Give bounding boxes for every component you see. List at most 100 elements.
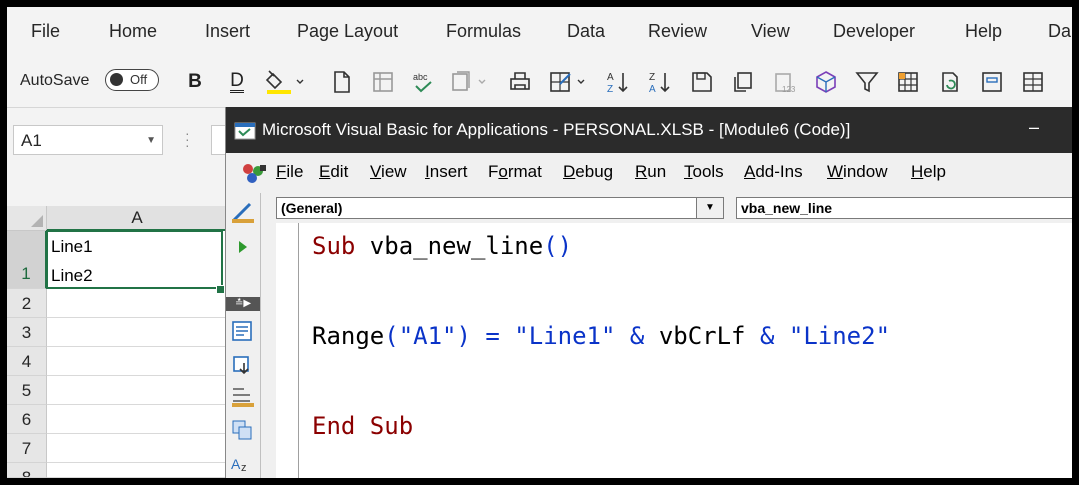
- object-browser-icon[interactable]: [230, 319, 256, 343]
- paste-values-button[interactable]: 123: [772, 69, 798, 95]
- cell-a1-line-1: Line1: [51, 237, 93, 256]
- tab-data-2[interactable]: Da: [1048, 21, 1071, 42]
- copy-icon: [734, 72, 752, 92]
- autosave-toggle[interactable]: Off: [105, 69, 159, 91]
- object-dropdown-value: (General): [281, 200, 343, 216]
- cube-icon: [816, 71, 836, 93]
- formula-bar-row: A1 ▼ · · ·: [7, 108, 227, 206]
- tab-review[interactable]: Review: [648, 21, 707, 42]
- procedure-name: vba_new_line: [355, 232, 544, 260]
- menu-window[interactable]: Window: [827, 162, 887, 182]
- toolbar-splitter[interactable]: ≛▶: [226, 297, 260, 311]
- code-line-1[interactable]: Sub vba_new_line(): [312, 232, 572, 260]
- row-header-5[interactable]: 5: [7, 376, 47, 405]
- row-header-6[interactable]: 6: [7, 405, 47, 434]
- tab-file[interactable]: File: [31, 21, 60, 42]
- format-table-button[interactable]: [370, 69, 396, 95]
- menu-help[interactable]: Help: [911, 162, 946, 182]
- row-header-4[interactable]: 4: [7, 347, 47, 376]
- tab-home[interactable]: Home: [109, 21, 157, 42]
- menu-tools[interactable]: Tools: [684, 162, 724, 182]
- bold-button[interactable]: B: [182, 69, 208, 95]
- refresh-icon: [942, 72, 958, 92]
- row-header-7[interactable]: 7: [7, 434, 47, 463]
- cell-a6[interactable]: [47, 405, 227, 434]
- svg-text:123: 123: [782, 85, 796, 94]
- vba-title-bar[interactable]: Microsoft Visual Basic for Applications …: [226, 107, 1072, 153]
- drag-handle-icon[interactable]: · · ·: [185, 126, 190, 152]
- refresh-button[interactable]: [937, 69, 963, 95]
- select-all-button[interactable]: [7, 206, 47, 231]
- fill-handle[interactable]: [216, 285, 225, 294]
- svg-text:Z: Z: [607, 84, 613, 94]
- menu-view[interactable]: View: [370, 162, 407, 182]
- print-preview-button[interactable]: [507, 69, 533, 95]
- table-grid-button[interactable]: [1020, 69, 1046, 95]
- 3d-model-button[interactable]: [813, 69, 839, 95]
- cell-a1-selected[interactable]: Line1 Line2: [46, 230, 223, 289]
- vba-project-icon[interactable]: [240, 161, 268, 185]
- menu-file[interactable]: File: [276, 162, 303, 182]
- tab-page-layout[interactable]: Page Layout: [297, 21, 398, 42]
- design-mode-icon[interactable]: [230, 201, 256, 225]
- menu-debug[interactable]: Debug: [563, 162, 613, 182]
- save-as-button[interactable]: [689, 69, 715, 95]
- menu-run[interactable]: Run: [635, 162, 666, 182]
- step-into-icon[interactable]: [230, 353, 256, 377]
- code-line-3[interactable]: End Sub: [312, 412, 413, 440]
- object-dropdown[interactable]: (General) ▼: [276, 197, 724, 219]
- row-header-2[interactable]: 2: [7, 289, 47, 318]
- cell-a4[interactable]: [47, 347, 227, 376]
- filter-icon: [855, 72, 879, 93]
- indent-icon[interactable]: [230, 385, 256, 409]
- name-box[interactable]: A1 ▼: [13, 125, 163, 155]
- fill-color-button[interactable]: [265, 69, 305, 95]
- cell-a2[interactable]: [47, 289, 227, 318]
- sort-za-icon: ZA: [649, 72, 670, 94]
- run-icon[interactable]: [230, 235, 256, 259]
- code-line-2[interactable]: Range("A1") = "Line1" & vbCrLf & "Line2": [312, 322, 890, 350]
- row-header-8[interactable]: 8: [7, 463, 47, 478]
- double-underline-button[interactable]: D: [224, 69, 250, 95]
- code-dropdown-row: (General) ▼ vba_new_line: [276, 193, 1072, 223]
- minimize-button[interactable]: –: [1029, 117, 1039, 138]
- shapes-button[interactable]: [449, 69, 489, 95]
- shapes-icon: [452, 71, 486, 91]
- sort-ascending-button[interactable]: AZ: [605, 69, 631, 95]
- row-header-1[interactable]: 1: [7, 231, 47, 289]
- tab-view[interactable]: View: [751, 21, 790, 42]
- column-header-a[interactable]: A: [47, 206, 227, 231]
- tab-formulas[interactable]: Formulas: [446, 21, 521, 42]
- dropdown-arrow-icon[interactable]: ▼: [696, 198, 723, 218]
- close-paren-equals: ) =: [456, 322, 515, 350]
- svg-text:abc: abc: [413, 72, 428, 82]
- cell-a7[interactable]: [47, 434, 227, 463]
- bookmark-icon[interactable]: [230, 417, 256, 441]
- filter-button[interactable]: [854, 69, 880, 95]
- procedure-dropdown[interactable]: vba_new_line: [736, 197, 1072, 219]
- spelling-button[interactable]: abc: [410, 69, 436, 95]
- tab-help[interactable]: Help: [965, 21, 1002, 42]
- menu-edit[interactable]: Edit: [319, 162, 348, 182]
- range-argument: "A1": [398, 322, 457, 350]
- cell-a8[interactable]: [47, 463, 227, 478]
- new-document-button[interactable]: [329, 69, 355, 95]
- cell-a3[interactable]: [47, 318, 227, 347]
- sort-descending-button[interactable]: ZA: [647, 69, 673, 95]
- copy-button[interactable]: [730, 69, 756, 95]
- replace-text-icon[interactable]: Az: [230, 451, 256, 475]
- vba-app-icon: [234, 122, 256, 140]
- tab-insert[interactable]: Insert: [205, 21, 250, 42]
- tab-data[interactable]: Data: [567, 21, 605, 42]
- spelling-check-icon: abc: [413, 72, 432, 93]
- row-header-3[interactable]: 3: [7, 318, 47, 347]
- cell-a5[interactable]: [47, 376, 227, 405]
- code-editor[interactable]: Sub vba_new_line() Range("A1") = "Line1"…: [298, 223, 1072, 478]
- menu-insert[interactable]: Insert: [425, 162, 468, 182]
- borders-button[interactable]: [548, 69, 588, 95]
- menu-add-ins[interactable]: Add-Ins: [744, 162, 803, 182]
- pivot-table-button[interactable]: [895, 69, 921, 95]
- form-button[interactable]: [979, 69, 1005, 95]
- menu-format[interactable]: Format: [488, 162, 542, 182]
- tab-developer[interactable]: Developer: [833, 21, 915, 42]
